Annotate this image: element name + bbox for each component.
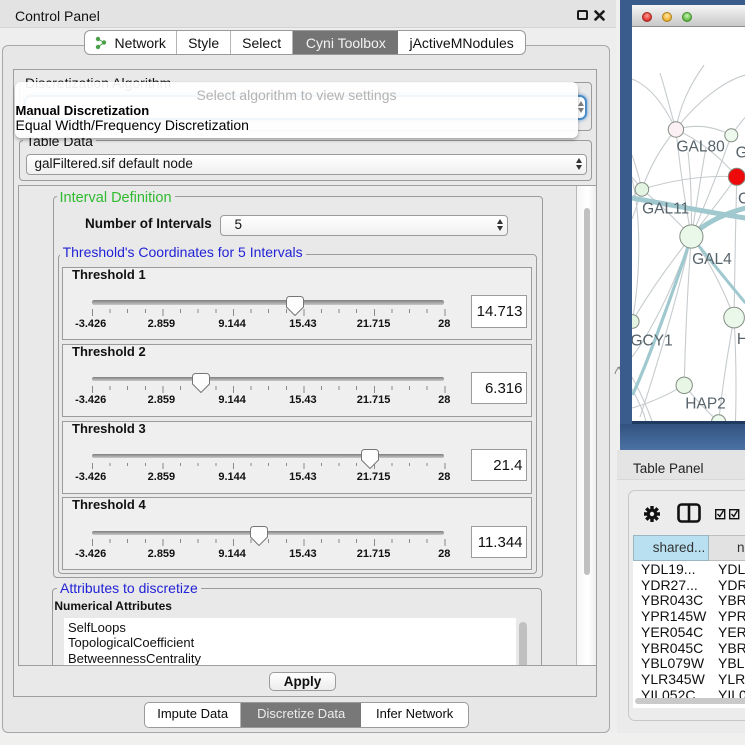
svg-text:C: C — [738, 191, 745, 208]
svg-text:H: H — [736, 331, 745, 348]
svg-text:HAP2: HAP2 — [685, 396, 726, 413]
svg-text:GCY1: GCY1 — [632, 332, 673, 349]
svg-text:GAL80: GAL80 — [676, 139, 725, 156]
svg-text:GAL11: GAL11 — [642, 200, 689, 217]
svg-text:GA: GA — [735, 145, 745, 162]
svg-text:GAL4: GAL4 — [692, 251, 732, 268]
